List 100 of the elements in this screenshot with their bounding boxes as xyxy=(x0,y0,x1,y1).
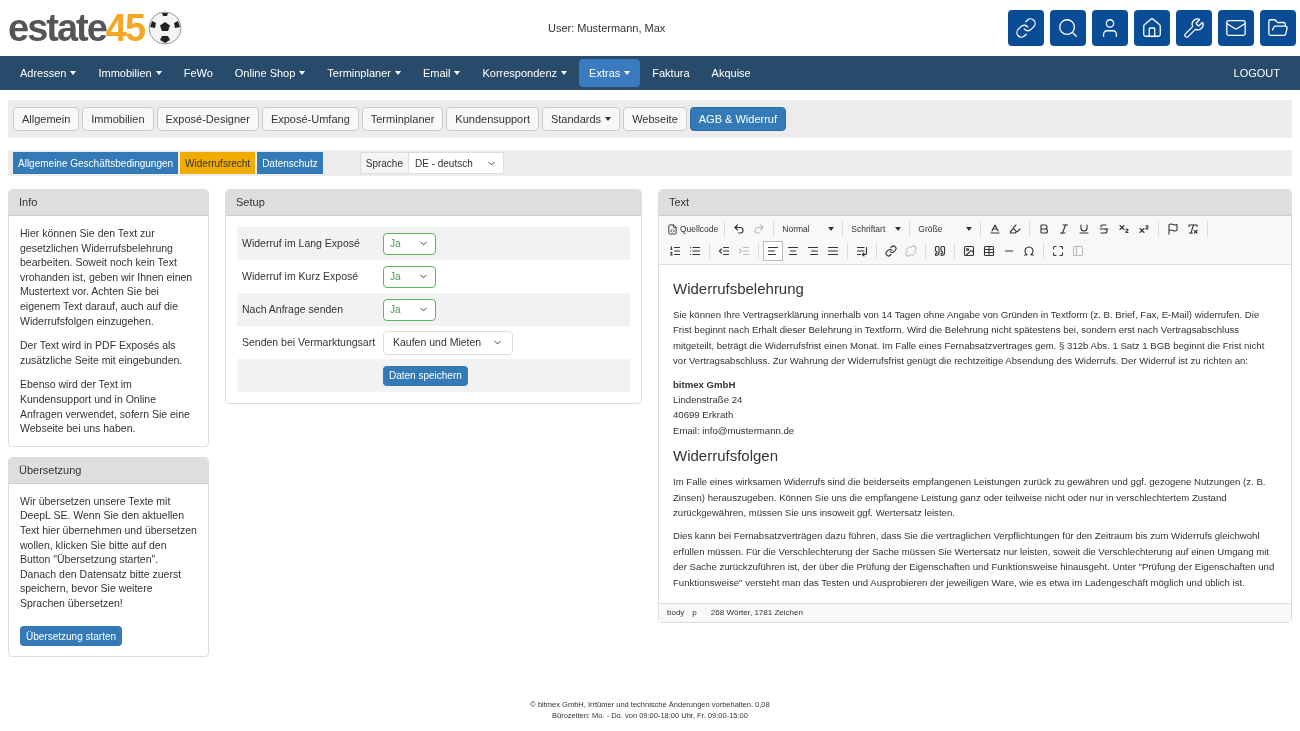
nav-item[interactable]: Adressen xyxy=(10,59,87,87)
size-select[interactable]: Größe xyxy=(914,222,977,236)
show-blocks-icon xyxy=(1072,245,1084,257)
address-line: 40699 Erkrath xyxy=(673,408,735,423)
tab[interactable]: Exposé-Umfang xyxy=(261,107,359,131)
format-select[interactable]: Normal xyxy=(778,222,839,236)
clear-format-icon xyxy=(1187,223,1200,235)
address-line: Email: info@mustermann.de xyxy=(673,423,796,438)
translate-button[interactable]: Übersetzung starten xyxy=(20,626,123,647)
image-icon xyxy=(963,245,975,257)
nav-item[interactable]: Faktura xyxy=(642,59,700,87)
font-select[interactable]: Schriftart xyxy=(847,222,906,236)
panel-title: Info xyxy=(19,195,38,211)
info-text: Ebenso wird der Text im Kundensupport und in Online Anfragen verwendet, sofern Sie eine Webseite bei uns haben. xyxy=(20,377,191,436)
yes-no-select[interactable]: Ja xyxy=(383,298,436,321)
info-text: Der Text wird in PDF Exposés als zusätzliche Seite mit eingebunden. xyxy=(20,338,184,368)
setup-label: Nach Anfrage senden xyxy=(242,301,344,317)
caret-icon xyxy=(895,227,902,231)
indent-icon xyxy=(738,245,750,257)
align-right-icon xyxy=(807,245,819,257)
align-left-icon xyxy=(767,245,779,257)
folder-button[interactable] xyxy=(1260,10,1296,46)
source-code-icon xyxy=(667,223,678,235)
bullet-list-icon xyxy=(689,245,701,257)
tab[interactable]: AGB & Widerruf xyxy=(689,107,787,131)
maximize-icon xyxy=(1052,245,1064,257)
setup-label: Senden bei Vermarktungsart xyxy=(242,334,377,350)
sub-tab[interactable]: Datenschutz xyxy=(257,152,323,174)
nav-item[interactable]: Email xyxy=(412,59,471,87)
editor-heading: Widerrufsbelehrung xyxy=(673,279,805,299)
tab[interactable]: Standards xyxy=(541,107,621,131)
undo-icon xyxy=(733,223,746,235)
user-button[interactable] xyxy=(1092,10,1128,46)
quote-icon xyxy=(934,245,946,257)
soccer-ball-icon xyxy=(148,11,183,45)
link-icon xyxy=(1015,17,1037,39)
underline-icon xyxy=(1078,223,1091,235)
setup-label: Widerruf im Kurz Exposé xyxy=(242,268,360,284)
redo-icon xyxy=(753,223,766,235)
mail-icon xyxy=(1225,17,1247,39)
tab[interactable]: Kundensupport xyxy=(446,107,539,131)
element-path[interactable]: body xyxy=(667,607,685,619)
nav-item[interactable]: FeWo xyxy=(173,59,223,87)
editor-heading: Widerrufsfolgen xyxy=(673,446,780,467)
mail-button[interactable] xyxy=(1218,10,1254,46)
editor-paragraph: Sie können Ihre Vertragserklärung innerhalb von 14 Tagen ohne Angabe von Gründen in Textform (z. B. Brief, Fax, E-Mail) widerrufen. Die Frist beginnt nach Erhalt dieser Belehrung in Textform. Wird die Belehrung nicht spätestens bei, sondern erst nach Vertragsabschluss mitgeteilt, beträgt die Widerrufsfrist einen Monat. Im Falle eines Fernabsatzvertrages gem. § 312b Abs. 1 Satz 1 BGB beginnt die Frist nicht vor Vertragsabschluss. Zur Wahrung der Widerrufsfrist genügt die rechtzeitige Absendung des Widerrufs. Der Widerruf ist zu richten an: xyxy=(673,308,1266,369)
nav-item[interactable]: Korrespondenz xyxy=(472,59,578,87)
link-button[interactable] xyxy=(1008,10,1044,46)
home-icon xyxy=(1141,17,1163,39)
outdent-icon xyxy=(718,245,730,257)
strikethrough-icon xyxy=(1098,223,1111,235)
caret-icon xyxy=(828,227,835,231)
address-line: Lindenstraße 24 xyxy=(673,393,744,408)
table-icon xyxy=(983,245,995,257)
logo: estate45 xyxy=(8,9,145,47)
tab[interactable]: Exposé-Designer xyxy=(156,107,259,131)
nav-item[interactable]: Terminplaner xyxy=(317,59,411,87)
tab[interactable]: Allgemein xyxy=(13,107,80,131)
logout-link[interactable]: LOGOUT xyxy=(1233,64,1290,82)
setup-label: Widerruf im Lang Exposé xyxy=(242,235,361,251)
source-button[interactable]: Quellcode xyxy=(665,222,721,236)
text-color-icon xyxy=(989,223,1002,235)
marketing-type-select[interactable]: Kaufen und Mieten xyxy=(383,330,513,355)
sub-tab[interactable]: Widerrufsrecht xyxy=(180,152,256,174)
save-button[interactable]: Daten speichern xyxy=(383,365,468,386)
align-left-button[interactable] xyxy=(763,241,783,261)
highlight-icon xyxy=(1009,223,1022,235)
user-label: User: Mustermann, Max xyxy=(548,20,667,36)
panel-title: Übersetzung xyxy=(19,462,82,478)
wrench-button[interactable] xyxy=(1176,10,1212,46)
wrench-icon xyxy=(1183,17,1205,39)
nav-item[interactable]: Akquise xyxy=(701,59,761,87)
unlink-icon xyxy=(905,245,917,257)
panel-title: Setup xyxy=(236,195,265,211)
folder-icon xyxy=(1267,17,1289,39)
align-center-icon xyxy=(787,245,799,257)
info-text: Hier können Sie den Text zur gesetzlichen Widerrufsbelehrung bearbeiten. Soweit noch kein Text vrohanden ist, geben wir Ihnen einen Mustertext vor. Achten Sie bei eigenem Text darauf, auch auf die Widerrufsfolgen einzugehen. xyxy=(20,226,194,329)
bold-icon xyxy=(1038,223,1051,235)
address-line: bitmex GmbH xyxy=(673,377,737,392)
italic-icon xyxy=(1058,223,1071,235)
panel-title: Text xyxy=(669,195,690,211)
yes-no-select[interactable]: Ja xyxy=(383,232,436,255)
tab[interactable]: Terminplaner xyxy=(361,107,444,131)
nav-item[interactable]: Online Shop xyxy=(224,59,316,87)
nav-item[interactable]: Immobilien xyxy=(88,59,172,87)
superscript-icon xyxy=(1138,223,1151,235)
home-button[interactable] xyxy=(1134,10,1170,46)
editor-paragraph: Dies kann bei Fernabsatzverträgen dazu führen, dass Sie die vertraglichen Verpflichtungen für den Zeitraum bis zum Widerrufs gleichwohl erfüllen müssen. Für die Verschlechterung der Sache müssen Sie Wertersatz nur leisten, soweit die Verschlechterung auf einen Umgang mit der Sache zurückzuführen ist, der über die Prüfung der Eigenschaften und Funktionsweise hinausgeht. Unter "Prüfung der Eigenschaften und Funktionsweise" versteht man das Testen und Ausprobieren der jeweiligen Ware, wie es etwa im Ladengeschäft möglich und üblich ist. xyxy=(673,529,1276,590)
element-path[interactable]: p xyxy=(692,607,697,619)
sub-tab[interactable]: Allgemeine Geschäftsbedingungen xyxy=(13,152,179,174)
nav-item[interactable]: Extras xyxy=(579,59,641,87)
text-direction-icon xyxy=(856,245,868,257)
tab[interactable]: Immobilien xyxy=(82,107,154,131)
tab[interactable]: Webseite xyxy=(623,107,687,131)
translation-text: Wir übersetzen unsere Texte mit DeepL SE. Wenn Sie den aktuellen Text hier übernehmen und übersetzen wollen, klicken Sie bitte auf den Button "Übersetzung starten". Danach den Datensatz bitte zuerst speichern, bevor Sie weitere Sprachen übersetzen! xyxy=(20,493,197,611)
editor-paragraph: Im Falle eines wirksamen Widerrufs sind die beiderseits empfangenen Leistungen zurück zu gewähren und ggf. gezogene Nutzungen (z. B. Zinsen) herauszugeben. Können Sie uns die empfangene Leistung ganz oder teilweise nicht oder nur in verschlechtertem Zustand zurückgewähren, müssen Sie uns insoweit ggf. Wertersatz leisten. xyxy=(673,475,1267,521)
justify-icon xyxy=(827,245,839,257)
yes-no-select[interactable]: Ja xyxy=(383,265,436,288)
subscript-icon xyxy=(1118,223,1131,235)
search-button[interactable] xyxy=(1050,10,1086,46)
